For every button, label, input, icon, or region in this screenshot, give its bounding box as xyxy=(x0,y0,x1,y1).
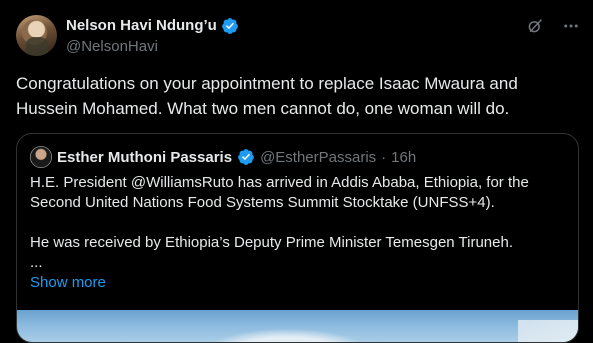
quoted-ellipsis: ... xyxy=(30,254,43,271)
tweet-text-line: Hussein Mohamed. What two men cannot do,… xyxy=(16,99,510,118)
quoted-media-image[interactable] xyxy=(17,310,578,342)
quoted-display-name[interactable]: Esther Muthoni Passaris xyxy=(57,149,232,166)
quoted-timestamp[interactable]: 16h xyxy=(391,149,416,166)
tweet-text: Congratulations on your appointment to r… xyxy=(16,71,576,121)
author-display-name-text: Nelson Havi Ndung’u xyxy=(66,17,217,34)
verified-badge-icon xyxy=(221,18,238,34)
show-more-link[interactable]: Show more xyxy=(30,274,106,291)
grok-icon[interactable] xyxy=(525,16,545,36)
quoted-header: Esther Muthoni Passaris @EstherPassaris … xyxy=(30,146,416,168)
author-names: Nelson Havi Ndung’u @NelsonHavi xyxy=(66,16,239,57)
quoted-text-line: He was received by Ethiopia’s Deputy Pri… xyxy=(30,234,514,251)
quoted-text-line: H.E. President @WilliamsRuto has arrived… xyxy=(30,174,529,191)
top-actions xyxy=(525,16,581,36)
author-avatar[interactable] xyxy=(16,15,57,56)
quoted-avatar[interactable] xyxy=(30,146,52,168)
quoted-tweet[interactable]: Esther Muthoni Passaris @EstherPassaris … xyxy=(16,133,579,343)
quoted-text-line: Second United Nations Food Systems Summi… xyxy=(30,194,495,211)
verified-badge-icon xyxy=(238,149,254,165)
quoted-text: H.E. President @WilliamsRuto has arrived… xyxy=(30,173,560,273)
tweet: Nelson Havi Ndung’u @NelsonHavi Congratu… xyxy=(0,0,593,343)
author-display-name[interactable]: Nelson Havi Ndung’u xyxy=(66,16,239,36)
author-handle[interactable]: @NelsonHavi xyxy=(66,37,239,57)
tweet-text-line: Congratulations on your appointment to r… xyxy=(16,74,518,93)
quoted-handle[interactable]: @EstherPassaris xyxy=(260,149,376,166)
more-icon[interactable] xyxy=(561,16,581,36)
quoted-separator: · xyxy=(381,148,387,166)
